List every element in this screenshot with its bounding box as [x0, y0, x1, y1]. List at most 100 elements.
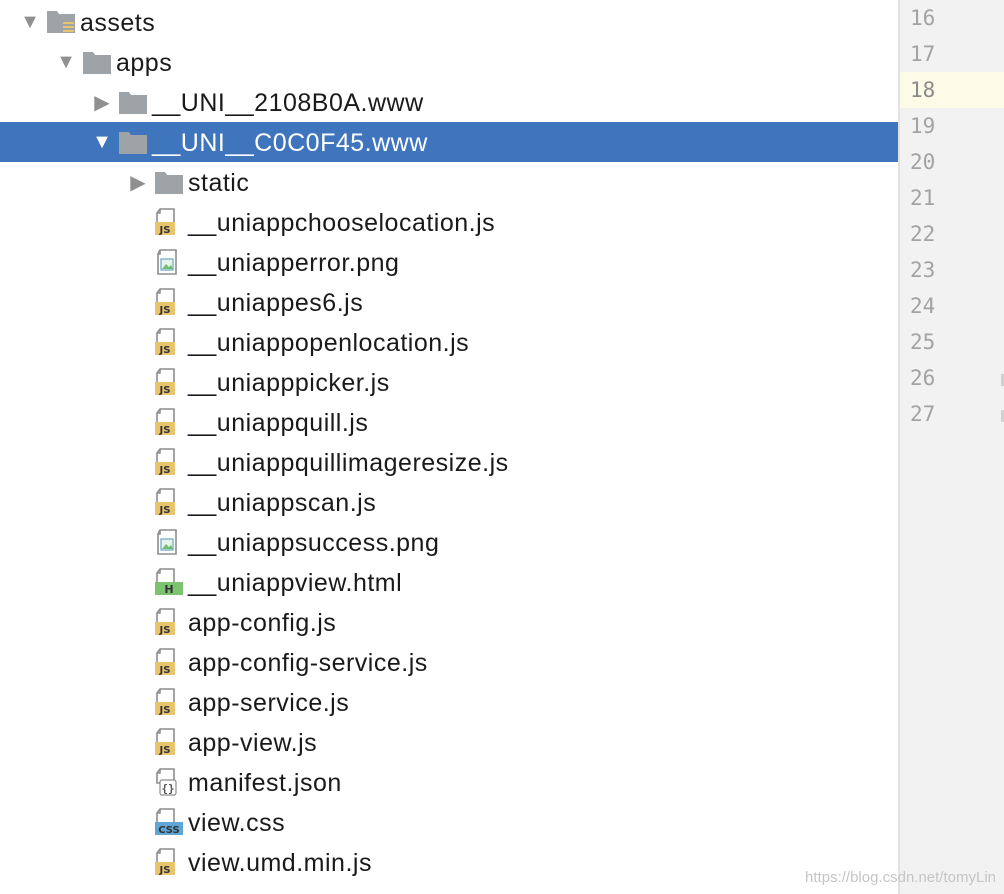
- arrow-spacer: [126, 802, 150, 842]
- js-file-icon: JS: [154, 207, 184, 237]
- folder-icon: [154, 167, 184, 197]
- line-number: 26: [910, 366, 936, 390]
- json-file-icon: {}: [154, 767, 184, 797]
- file-row[interactable]: JS __uniappscan.js: [0, 482, 898, 522]
- line-number: 16: [910, 6, 936, 30]
- svg-text:JS: JS: [159, 865, 171, 876]
- file-row[interactable]: JS app-config.js: [0, 602, 898, 642]
- watermark: https://blog.csdn.net/tomyLin: [805, 869, 996, 886]
- tree-item-label: app-service.js: [188, 688, 350, 717]
- arrow-spacer: [126, 202, 150, 242]
- line-number: 22: [910, 222, 936, 246]
- svg-text:JS: JS: [159, 305, 171, 316]
- arrow-spacer: [126, 362, 150, 402]
- arrow-spacer: [126, 402, 150, 442]
- svg-text:JS: JS: [159, 465, 171, 476]
- file-row[interactable]: JS __uniappquillimageresize.js: [0, 442, 898, 482]
- file-row[interactable]: __uniapperror.png: [0, 242, 898, 282]
- assets-folder-icon: [46, 7, 76, 37]
- js-file-icon: JS: [154, 487, 184, 517]
- folder-row[interactable]: ▼ assets: [0, 2, 898, 42]
- folder-icon: [82, 47, 112, 77]
- project-tree: ▼ assets ▼ apps ▶ __UNI__2108B0A.www ▼ __UNI__C…: [0, 0, 898, 894]
- line-number: 23: [910, 258, 936, 282]
- file-row[interactable]: __uniappsuccess.png: [0, 522, 898, 562]
- chevron-right-icon[interactable]: ▶: [90, 82, 114, 122]
- js-file-icon: JS: [154, 327, 184, 357]
- tree-item-label: __UNI__2108B0A.www: [152, 88, 424, 117]
- file-row[interactable]: JS __uniappopenlocation.js: [0, 322, 898, 362]
- tree-item-label: assets: [80, 8, 156, 37]
- folder-row[interactable]: ▼ apps: [0, 42, 898, 82]
- file-row[interactable]: JS __uniappes6.js: [0, 282, 898, 322]
- folder-icon: [118, 87, 148, 117]
- arrow-spacer: [126, 242, 150, 282]
- svg-text:JS: JS: [159, 625, 171, 636]
- svg-text:JS: JS: [159, 385, 171, 396]
- js-file-icon: JS: [154, 687, 184, 717]
- tree-item-label: __uniappsuccess.png: [188, 528, 440, 557]
- chevron-down-icon[interactable]: ▼: [54, 42, 78, 82]
- tree-item-label: __uniappscan.js: [188, 488, 377, 517]
- tree-item-label: __UNI__C0C0F45.www: [152, 128, 428, 157]
- file-row[interactable]: JS app-service.js: [0, 682, 898, 722]
- file-row[interactable]: JS __uniapppicker.js: [0, 362, 898, 402]
- arrow-spacer: [126, 602, 150, 642]
- svg-text:JS: JS: [159, 665, 171, 676]
- file-row[interactable]: {} manifest.json: [0, 762, 898, 802]
- tree-item-label: static: [188, 168, 250, 197]
- svg-text:JS: JS: [159, 745, 171, 756]
- svg-text:H: H: [164, 583, 173, 596]
- file-row[interactable]: JS __uniappchooselocation.js: [0, 202, 898, 242]
- tree-item-label: view.umd.min.js: [188, 848, 372, 877]
- arrow-spacer: [126, 482, 150, 522]
- image-file-icon: [154, 247, 184, 277]
- chevron-down-icon[interactable]: ▼: [90, 122, 114, 162]
- folder-icon: [118, 127, 148, 157]
- tree-item-label: app-view.js: [188, 728, 318, 757]
- tree-item-label: view.css: [188, 808, 286, 837]
- svg-text:JS: JS: [159, 225, 171, 236]
- line-number: 17: [910, 42, 936, 66]
- folder-row[interactable]: ▶ __UNI__2108B0A.www: [0, 82, 898, 122]
- file-row[interactable]: CSS view.css: [0, 802, 898, 842]
- tree-item-label: manifest.json: [188, 768, 342, 797]
- tree-item-label: __uniapperror.png: [188, 248, 400, 277]
- tree-item-label: __uniappchooselocation.js: [188, 208, 496, 237]
- tree-item-label: app-config-service.js: [188, 648, 428, 677]
- arrow-spacer: [126, 522, 150, 562]
- file-row[interactable]: JS __uniappquill.js: [0, 402, 898, 442]
- svg-text:JS: JS: [159, 425, 171, 436]
- arrow-spacer: [126, 762, 150, 802]
- svg-text:JS: JS: [159, 705, 171, 716]
- line-number-gutter: 16 17 18 19 20 21 22 23 24 25 26 27: [900, 0, 1004, 894]
- line-number: 21: [910, 186, 936, 210]
- tree-item-label: __uniappquillimageresize.js: [188, 448, 509, 477]
- arrow-spacer: [126, 562, 150, 602]
- css-file-icon: CSS: [154, 807, 184, 837]
- svg-text:JS: JS: [159, 345, 171, 356]
- tree-item-label: app-config.js: [188, 608, 337, 637]
- file-row[interactable]: JS view.umd.min.js: [0, 842, 898, 882]
- folder-row[interactable]: ▶ static: [0, 162, 898, 202]
- file-row[interactable]: JS app-config-service.js: [0, 642, 898, 682]
- chevron-down-icon[interactable]: ▼: [18, 2, 42, 42]
- js-file-icon: JS: [154, 607, 184, 637]
- js-file-icon: JS: [154, 367, 184, 397]
- arrow-spacer: [126, 842, 150, 882]
- file-row[interactable]: JS app-view.js: [0, 722, 898, 762]
- tree-item-label: __uniappview.html: [188, 568, 403, 597]
- line-number: 24: [910, 294, 936, 318]
- tree-item-label: apps: [116, 48, 173, 77]
- folder-row[interactable]: ▼ __UNI__C0C0F45.www: [0, 122, 898, 162]
- file-row[interactable]: H __uniappview.html: [0, 562, 898, 602]
- chevron-right-icon[interactable]: ▶: [126, 162, 150, 202]
- js-file-icon: JS: [154, 847, 184, 877]
- svg-text:{}: {}: [161, 782, 174, 795]
- line-number: 20: [910, 150, 936, 174]
- svg-text:JS: JS: [159, 505, 171, 516]
- line-number: 27: [910, 402, 936, 426]
- arrow-spacer: [126, 322, 150, 362]
- svg-text:CSS: CSS: [158, 825, 179, 836]
- js-file-icon: JS: [154, 407, 184, 437]
